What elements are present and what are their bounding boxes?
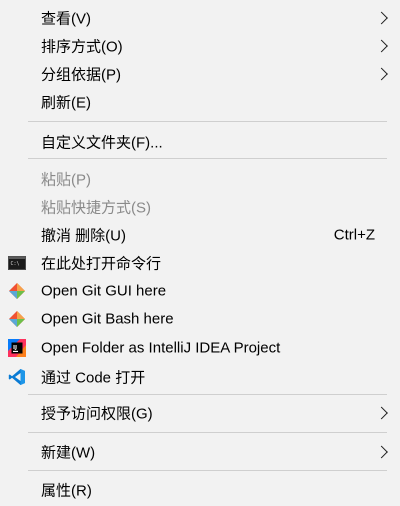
chevron-right-icon bbox=[375, 67, 388, 81]
git-icon bbox=[8, 310, 26, 328]
intellij-idea-icon: IJ bbox=[8, 339, 26, 357]
menu-item-open-cmd[interactable]: C:\ 在此处打开命令行 bbox=[0, 249, 400, 277]
menu-item-view-label: 查看(V) bbox=[41, 10, 91, 28]
menu-item-group-label: 分组依据(P) bbox=[41, 66, 121, 84]
menu-item-intellij-label: Open Folder as IntelliJ IDEA Project bbox=[41, 339, 281, 357]
separator bbox=[28, 470, 387, 471]
menu-item-git-gui[interactable]: Open Git GUI here bbox=[0, 277, 400, 305]
menu-item-new-label: 新建(W) bbox=[41, 444, 96, 462]
svg-text:C:\: C:\ bbox=[11, 261, 20, 267]
vscode-icon bbox=[8, 368, 26, 386]
menu-item-undo-delete-label: 撤消 删除(U) bbox=[41, 227, 126, 245]
menu-item-view[interactable]: 查看(V) bbox=[0, 4, 400, 32]
separator bbox=[28, 432, 387, 433]
menu-item-intellij[interactable]: IJ Open Folder as IntelliJ IDEA Project bbox=[0, 334, 400, 362]
git-icon bbox=[8, 282, 26, 300]
menu-item-open-with-code[interactable]: 通过 Code 打开 bbox=[0, 363, 400, 391]
menu-item-refresh[interactable]: 刷新(E) bbox=[0, 88, 400, 116]
context-menu: 查看(V) 排序方式(O) 分组依据(P) 刷新(E) 自定义文件夹(F)...… bbox=[0, 0, 400, 506]
separator bbox=[28, 121, 387, 122]
menu-item-paste-shortcut: 粘贴快捷方式(S) bbox=[0, 193, 400, 221]
chevron-right-icon bbox=[375, 39, 388, 53]
menu-item-grant-access-label: 授予访问权限(G) bbox=[41, 405, 153, 423]
menu-item-group[interactable]: 分组依据(P) bbox=[0, 60, 400, 88]
menu-item-git-gui-label: Open Git GUI here bbox=[41, 282, 167, 300]
menu-item-git-bash-label: Open Git Bash here bbox=[41, 310, 174, 328]
menu-item-sort-label: 排序方式(O) bbox=[41, 38, 123, 56]
menu-item-new[interactable]: 新建(W) bbox=[0, 438, 400, 466]
menu-item-open-with-code-label: 通过 Code 打开 bbox=[41, 369, 146, 387]
shortcut-text: Ctrl+Z bbox=[333, 226, 375, 244]
menu-item-refresh-label: 刷新(E) bbox=[41, 94, 91, 112]
separator bbox=[28, 394, 387, 395]
menu-item-properties[interactable]: 属性(R) bbox=[0, 476, 400, 504]
menu-item-paste: 粘贴(P) bbox=[0, 165, 400, 193]
menu-item-sort[interactable]: 排序方式(O) bbox=[0, 32, 400, 60]
menu-item-customize-folder-label: 自定义文件夹(F)... bbox=[41, 134, 163, 152]
menu-item-grant-access[interactable]: 授予访问权限(G) bbox=[0, 399, 400, 427]
svg-text:IJ: IJ bbox=[13, 345, 17, 351]
menu-item-paste-shortcut-label: 粘贴快捷方式(S) bbox=[41, 199, 151, 217]
separator bbox=[28, 158, 387, 159]
chevron-right-icon bbox=[375, 445, 388, 459]
menu-item-undo-delete[interactable]: 撤消 删除(U) Ctrl+Z bbox=[0, 221, 400, 249]
menu-item-properties-label: 属性(R) bbox=[41, 482, 92, 500]
menu-item-git-bash[interactable]: Open Git Bash here bbox=[0, 305, 400, 333]
chevron-right-icon bbox=[375, 11, 388, 25]
command-prompt-icon: C:\ bbox=[8, 254, 26, 272]
menu-item-customize-folder[interactable]: 自定义文件夹(F)... bbox=[0, 128, 400, 156]
menu-item-paste-label: 粘贴(P) bbox=[41, 171, 91, 189]
menu-item-open-cmd-label: 在此处打开命令行 bbox=[41, 255, 162, 273]
chevron-right-icon bbox=[375, 406, 388, 420]
